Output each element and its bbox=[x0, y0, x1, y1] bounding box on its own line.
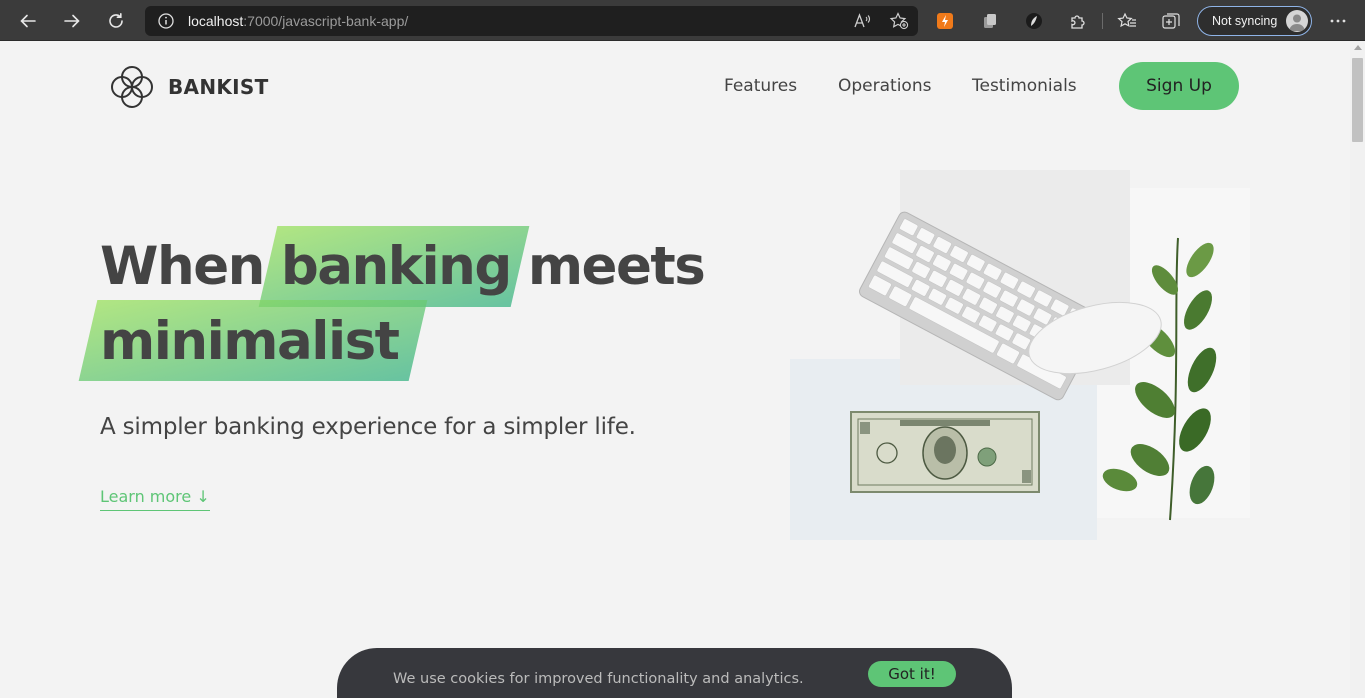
url-host: localhost bbox=[188, 13, 244, 29]
nav-link-operations[interactable]: Operations bbox=[838, 76, 931, 96]
cookie-message: We use cookies for improved functionalit… bbox=[393, 671, 804, 687]
star-add-icon[interactable] bbox=[889, 12, 909, 30]
hero-illustration bbox=[790, 170, 1250, 540]
copy-extension-icon[interactable] bbox=[980, 11, 1000, 31]
hero-headline-line2: minimalist bbox=[100, 307, 400, 377]
leaf-extension-icon[interactable] bbox=[1024, 11, 1044, 31]
url-path: :7000/javascript-bank-app/ bbox=[243, 13, 409, 29]
headline-word-highlighted: minimalist bbox=[100, 311, 400, 372]
logo-text: BANKIST bbox=[168, 75, 269, 99]
page-content: BANKIST Features Operations Testimonials… bbox=[0, 41, 1350, 698]
page-scrollbar[interactable] bbox=[1350, 41, 1365, 698]
learn-more-link[interactable]: Learn more ↓ bbox=[100, 487, 210, 511]
profile-sync-button[interactable]: Not syncing bbox=[1197, 6, 1312, 36]
scrollbar-thumb[interactable] bbox=[1352, 58, 1363, 142]
hero-subtitle: A simpler banking experience for a simpl… bbox=[100, 414, 636, 440]
headline-word-highlighted: banking bbox=[280, 236, 513, 297]
reload-icon bbox=[109, 13, 123, 28]
sync-label: Not syncing bbox=[1212, 14, 1278, 28]
toolbar-separator bbox=[1102, 13, 1103, 29]
favorites-icon[interactable] bbox=[1117, 11, 1137, 31]
headline-word: When bbox=[100, 236, 265, 297]
signup-button[interactable]: Sign Up bbox=[1119, 62, 1239, 110]
arrow-right-icon bbox=[64, 14, 80, 28]
puzzle-icon[interactable] bbox=[1068, 11, 1088, 31]
logo[interactable]: BANKIST bbox=[108, 63, 269, 111]
cookie-accept-button[interactable]: Got it! bbox=[868, 661, 956, 687]
browser-toolbar: localhost:7000/javascript-bank-app/ Not … bbox=[0, 0, 1365, 41]
cookie-banner: We use cookies for improved functionalit… bbox=[337, 648, 1012, 698]
avatar-icon bbox=[1286, 10, 1308, 32]
bankist-logo-icon bbox=[111, 66, 153, 108]
scroll-up-icon[interactable] bbox=[1354, 45, 1362, 50]
address-bar[interactable]: localhost:7000/javascript-bank-app/ bbox=[145, 6, 918, 36]
url-text[interactable]: localhost:7000/javascript-bank-app/ bbox=[188, 13, 408, 29]
info-icon[interactable] bbox=[157, 12, 175, 30]
hero-headline-line1: When banking meets bbox=[100, 232, 706, 302]
headline-word: meets bbox=[527, 236, 706, 297]
read-aloud-icon[interactable] bbox=[853, 12, 871, 30]
more-dots-icon[interactable] bbox=[1327, 11, 1349, 31]
nav-link-features[interactable]: Features bbox=[724, 76, 797, 96]
lightning-extension-icon[interactable] bbox=[935, 11, 955, 31]
collections-icon[interactable] bbox=[1161, 11, 1181, 31]
back-button[interactable] bbox=[15, 8, 41, 34]
nav-link-testimonials[interactable]: Testimonials bbox=[972, 76, 1077, 96]
forward-button[interactable] bbox=[59, 8, 85, 34]
reload-button[interactable] bbox=[103, 8, 129, 34]
arrow-left-icon bbox=[20, 14, 36, 28]
